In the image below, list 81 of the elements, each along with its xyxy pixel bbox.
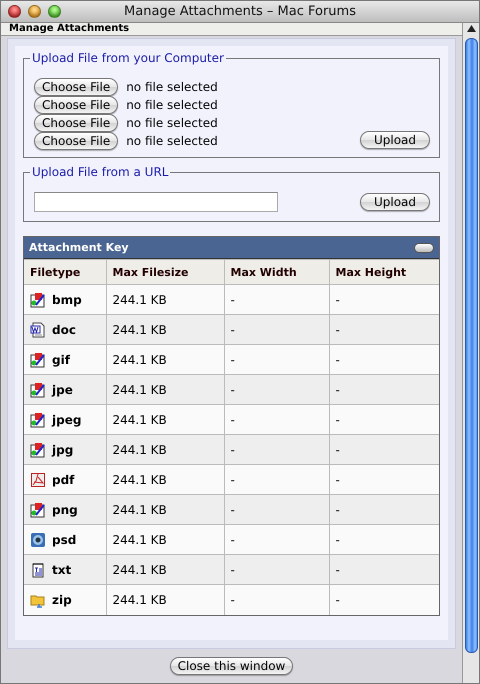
- table-cell: -: [224, 584, 329, 614]
- table-cell: -: [329, 584, 439, 614]
- close-window-button[interactable]: Close this window: [170, 657, 294, 675]
- choose-file-button[interactable]: Choose File: [34, 114, 118, 132]
- table-cell: -: [224, 344, 329, 374]
- attachment-key-title: Attachment Key: [29, 241, 129, 254]
- pdf-file-icon: [30, 472, 46, 488]
- image-file-icon: [30, 382, 46, 398]
- table-cell: -: [224, 434, 329, 464]
- scrollbar[interactable]: [462, 23, 479, 683]
- table-cell: 244.1 KB: [106, 524, 224, 554]
- table-cell: -: [329, 524, 439, 554]
- filetype-label: bmp: [52, 292, 82, 306]
- table-cell: -: [224, 404, 329, 434]
- table-cell: -: [224, 314, 329, 344]
- page-heading: Manage Attachments: [1, 23, 462, 36]
- column-header: Max Filesize: [106, 260, 224, 284]
- table-cell: -: [224, 494, 329, 524]
- table-cell: 244.1 KB: [106, 344, 224, 374]
- table-cell: -: [329, 314, 439, 344]
- table-cell: 244.1 KB: [106, 284, 224, 314]
- filetype-label: psd: [52, 532, 76, 546]
- column-header: Filetype: [24, 260, 106, 284]
- table-cell: -: [329, 374, 439, 404]
- table-cell: 244.1 KB: [106, 374, 224, 404]
- table-cell: -: [329, 284, 439, 314]
- table-cell: -: [329, 434, 439, 464]
- image-file-icon: [30, 502, 46, 518]
- filetype-label: jpe: [52, 382, 73, 396]
- table-cell: 244.1 KB: [106, 434, 224, 464]
- section-legend: Upload File from your Computer: [30, 51, 226, 65]
- table-cell: -: [329, 494, 439, 524]
- table-cell: -: [224, 464, 329, 494]
- scroll-up-icon[interactable]: [466, 25, 476, 32]
- section-legend: Upload File from a URL: [30, 165, 170, 179]
- url-input-field[interactable]: [34, 192, 278, 212]
- choose-file-button[interactable]: Choose File: [34, 132, 118, 150]
- upload-button[interactable]: Upload: [360, 192, 430, 210]
- choose-file-button[interactable]: Choose File: [34, 78, 118, 96]
- table-cell: -: [224, 374, 329, 404]
- upload-button[interactable]: Upload: [360, 131, 430, 149]
- filetype-label: txt: [52, 562, 72, 576]
- file-status: no file selected: [126, 116, 218, 130]
- file-status: no file selected: [126, 98, 218, 112]
- image-file-icon: [30, 412, 46, 428]
- table-cell: -: [329, 404, 439, 434]
- column-header: Max Height: [329, 260, 439, 284]
- table-cell: 244.1 KB: [106, 494, 224, 524]
- window-title: Manage Attachments – Mac Forums: [124, 4, 356, 19]
- filetype-label: zip: [52, 592, 72, 607]
- image-file-icon: [30, 292, 46, 308]
- column-header: Max Width: [224, 260, 329, 284]
- table-cell: -: [329, 464, 439, 494]
- table-cell: 244.1 KB: [106, 314, 224, 344]
- filetype-label: doc: [52, 322, 76, 336]
- table-cell: 244.1 KB: [106, 554, 224, 584]
- table-cell: -: [224, 524, 329, 554]
- filetype-label: png: [52, 502, 78, 516]
- table-cell: 244.1 KB: [106, 464, 224, 494]
- table-cell: 244.1 KB: [106, 584, 224, 614]
- table-cell: -: [329, 344, 439, 374]
- word-document-icon: [30, 322, 46, 338]
- image-file-icon: [30, 352, 46, 368]
- file-status: no file selected: [126, 80, 218, 94]
- image-file-icon: [30, 442, 46, 458]
- filetype-label: pdf: [52, 472, 74, 486]
- table-cell: -: [329, 554, 439, 584]
- photoshop-file-icon: [30, 532, 46, 548]
- filetype-label: jpg: [52, 442, 74, 456]
- filetype-label: jpeg: [52, 412, 82, 426]
- table-cell: -: [224, 284, 329, 314]
- file-status: no file selected: [126, 134, 218, 148]
- zoom-window-button[interactable]: [48, 5, 61, 18]
- table-cell: 244.1 KB: [106, 404, 224, 434]
- choose-file-button[interactable]: Choose File: [34, 96, 118, 114]
- table-cell: -: [224, 554, 329, 584]
- collapse-button[interactable]: [414, 242, 434, 252]
- close-window-button[interactable]: [8, 5, 21, 18]
- filetype-label: gif: [52, 352, 70, 366]
- text-file-icon: [30, 562, 46, 578]
- minimize-window-button[interactable]: [28, 5, 41, 18]
